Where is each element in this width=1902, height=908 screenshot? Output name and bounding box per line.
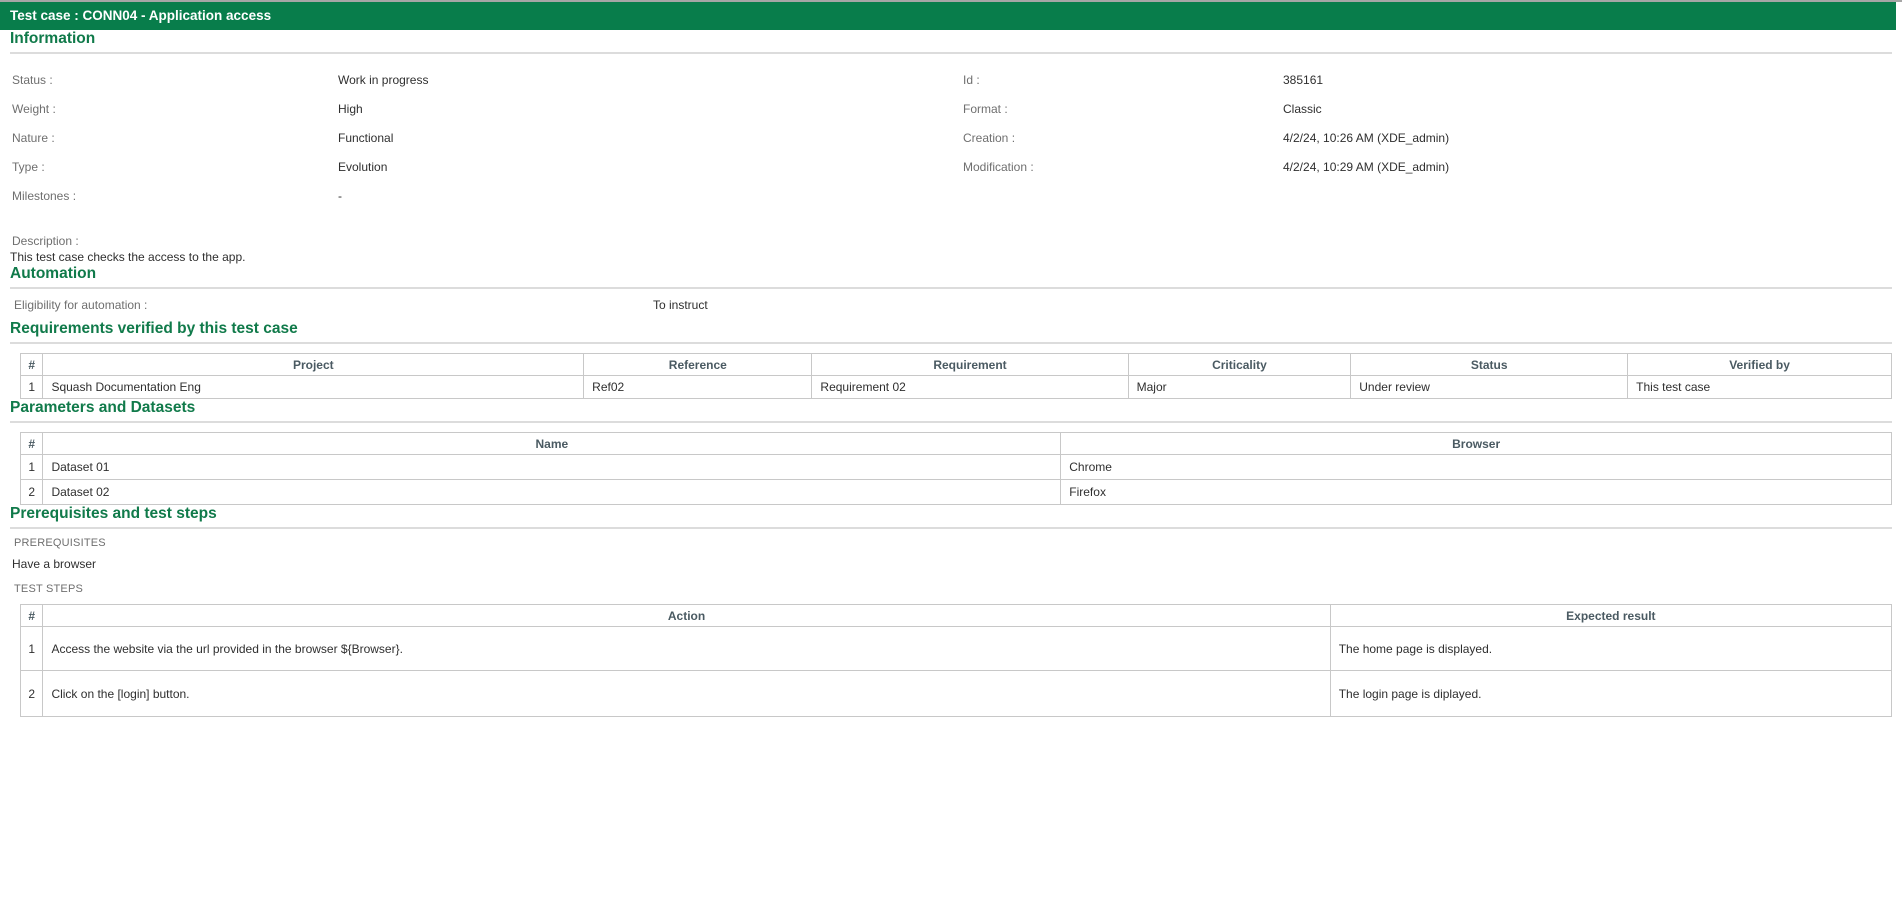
table-header-row: #ActionExpected result — [21, 605, 1892, 627]
automation-heading: Automation — [10, 265, 1892, 283]
creation-value: 4/2/24, 10:26 AM (XDE_admin) — [1283, 124, 1892, 153]
type-value: Evolution — [338, 153, 963, 182]
modification-label: Modification : — [963, 153, 1283, 182]
section-requirements: Requirements verified by this test case … — [10, 320, 1892, 399]
row-number-cell: 1 — [21, 455, 43, 480]
description-label: Description : — [10, 233, 1892, 249]
table-cell: Dataset 02 — [43, 480, 1061, 505]
nature-value: Functional — [338, 124, 963, 153]
information-heading: Information — [10, 30, 1892, 48]
column-header: # — [21, 433, 43, 455]
status-value: Work in progress — [338, 66, 963, 95]
column-header: # — [21, 354, 43, 376]
eligibility-label: Eligibility for automation : — [10, 291, 653, 320]
column-header: Requirement — [812, 354, 1128, 376]
id-value: 385161 — [1283, 66, 1892, 95]
info-row: Type : Evolution Modification : 4/2/24, … — [10, 153, 1892, 182]
weight-label: Weight : — [10, 95, 338, 124]
table-cell: Chrome — [1061, 455, 1892, 480]
section-divider — [10, 52, 1892, 54]
table-cell: Firefox — [1061, 480, 1892, 505]
eligibility-value: To instruct — [653, 291, 1892, 320]
title-bar: Test case : CONN04 - Application access — [0, 2, 1896, 30]
requirements-table: #ProjectReferenceRequirementCriticalityS… — [20, 353, 1892, 399]
column-header: Reference — [584, 354, 812, 376]
table-cell: The login page is diplayed. — [1330, 671, 1891, 717]
milestones-value: - — [338, 182, 963, 211]
section-divider — [10, 342, 1892, 344]
section-divider — [10, 421, 1892, 423]
table-cell: The home page is displayed. — [1330, 627, 1891, 671]
section-information: Information Status : Work in progress Id… — [10, 30, 1892, 265]
table-cell: Major — [1128, 376, 1351, 399]
table-row: 1Access the website via the url provided… — [21, 627, 1892, 671]
format-label: Format : — [963, 95, 1283, 124]
column-header: Criticality — [1128, 354, 1351, 376]
table-cell: This test case — [1628, 376, 1892, 399]
prerequisites-label: PREREQUISITES — [10, 537, 1892, 549]
info-row: Milestones : - — [10, 182, 1892, 211]
row-number-cell: 2 — [21, 480, 43, 505]
table-cell: Dataset 01 — [43, 455, 1061, 480]
automation-field: Eligibility for automation : To instruct — [10, 291, 1892, 320]
column-header: Verified by — [1628, 354, 1892, 376]
column-header: Expected result — [1330, 605, 1891, 627]
status-label: Status : — [10, 66, 338, 95]
section-automation: Automation Eligibility for automation : … — [10, 265, 1892, 320]
table-cell: Requirement 02 — [812, 376, 1128, 399]
description-value: This test case checks the access to the … — [10, 249, 1892, 265]
nature-label: Nature : — [10, 124, 338, 153]
column-header: Action — [43, 605, 1330, 627]
table-row: 2Dataset 02Firefox — [21, 480, 1892, 505]
column-header: Status — [1351, 354, 1628, 376]
test-steps-label: TEST STEPS — [10, 583, 1892, 595]
page: Test case : CONN04 - Application access … — [0, 0, 1902, 908]
row-number-cell: 1 — [21, 376, 43, 399]
type-label: Type : — [10, 153, 338, 182]
parameters-heading: Parameters and Datasets — [10, 399, 1892, 417]
requirements-heading: Requirements verified by this test case — [10, 320, 1892, 338]
table-row: 1Squash Documentation EngRef02Requiremen… — [21, 376, 1892, 399]
description-block: Description : This test case checks the … — [10, 233, 1892, 265]
prerequisites-value: Have a browser — [10, 557, 1892, 571]
parameters-table: #NameBrowser1Dataset 01Chrome2Dataset 02… — [20, 432, 1892, 505]
modification-value: 4/2/24, 10:29 AM (XDE_admin) — [1283, 153, 1892, 182]
creation-label: Creation : — [963, 124, 1283, 153]
table-cell: Ref02 — [584, 376, 812, 399]
row-number-cell: 2 — [21, 671, 43, 717]
info-row: Status : Work in progress Id : 385161 — [10, 66, 1892, 95]
milestones-label: Milestones : — [10, 182, 338, 211]
info-row: Weight : High Format : Classic — [10, 95, 1892, 124]
section-parameters: Parameters and Datasets #NameBrowser1Dat… — [10, 399, 1892, 505]
table-cell: Click on the [login] button. — [43, 671, 1330, 717]
prerequisites-heading: Prerequisites and test steps — [10, 505, 1892, 523]
content: Information Status : Work in progress Id… — [0, 30, 1902, 717]
info-row: Nature : Functional Creation : 4/2/24, 1… — [10, 124, 1892, 153]
row-number-cell: 1 — [21, 627, 43, 671]
table-row: 2Click on the [login] button.The login p… — [21, 671, 1892, 717]
table-header-row: #ProjectReferenceRequirementCriticalityS… — [21, 354, 1892, 376]
table-row: 1Dataset 01Chrome — [21, 455, 1892, 480]
column-header: # — [21, 605, 43, 627]
table-header-row: #NameBrowser — [21, 433, 1892, 455]
column-header: Project — [43, 354, 584, 376]
section-divider — [10, 287, 1892, 289]
id-label: Id : — [963, 66, 1283, 95]
format-value: Classic — [1283, 95, 1892, 124]
section-prerequisites: Prerequisites and test steps PREREQUISIT… — [10, 505, 1892, 717]
table-cell: Access the website via the url provided … — [43, 627, 1330, 671]
page-title: Test case : CONN04 - Application access — [10, 8, 271, 23]
section-divider — [10, 527, 1892, 529]
column-header: Browser — [1061, 433, 1892, 455]
weight-value: High — [338, 95, 963, 124]
table-cell: Under review — [1351, 376, 1628, 399]
table-cell: Squash Documentation Eng — [43, 376, 584, 399]
test-steps-table: #ActionExpected result1Access the websit… — [20, 604, 1892, 717]
information-fields: Status : Work in progress Id : 385161 We… — [10, 66, 1892, 211]
column-header: Name — [43, 433, 1061, 455]
